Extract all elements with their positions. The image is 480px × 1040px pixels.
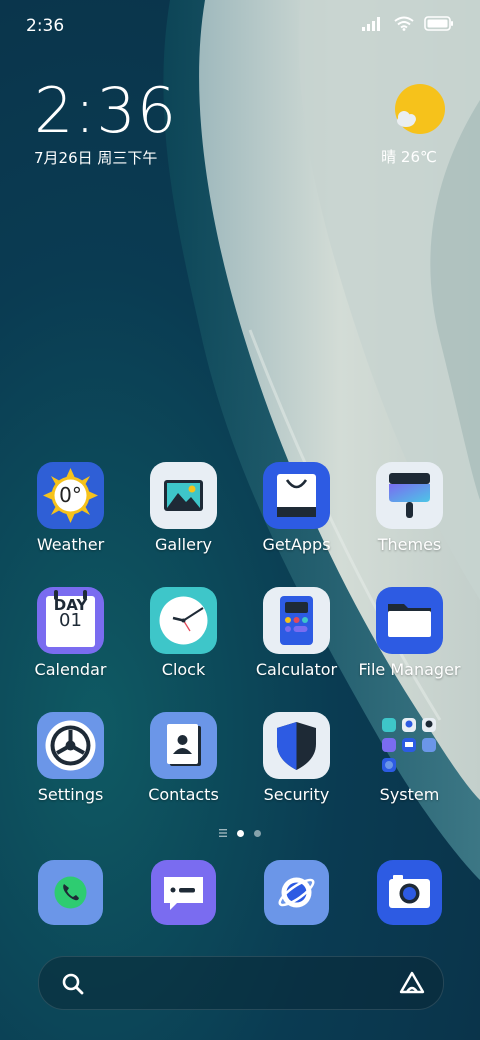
- messages-icon: [151, 860, 216, 925]
- app-label: Themes: [377, 535, 442, 554]
- signal-icon: [362, 16, 380, 31]
- system-folder-icon: [376, 712, 443, 779]
- app-label: Clock: [161, 660, 206, 679]
- dock-phone[interactable]: [14, 860, 127, 925]
- calculator-icon: [263, 587, 330, 654]
- calendar-day-number: 01: [59, 610, 82, 631]
- getapps-icon: [263, 462, 330, 529]
- app-security[interactable]: Security: [240, 712, 353, 837]
- widget-date: 7月26日 周三下午: [34, 149, 158, 167]
- search-icon: [62, 973, 84, 995]
- app-clock[interactable]: Clock: [127, 587, 240, 712]
- app-weather[interactable]: 0° Weather: [14, 462, 127, 587]
- weather-widget[interactable]: 晴 26℃: [381, 84, 445, 167]
- weather-icon-temp: 0°: [59, 483, 82, 507]
- app-label: File Manager: [358, 660, 461, 679]
- app-label: Contacts: [148, 785, 219, 804]
- app-getapps[interactable]: GetApps: [240, 462, 353, 587]
- weather-temperature: 26℃: [400, 148, 437, 166]
- dock-messages[interactable]: [127, 860, 240, 925]
- phone-icon: [38, 860, 103, 925]
- app-contacts[interactable]: Contacts: [127, 712, 240, 837]
- settings-icon: [37, 712, 104, 779]
- app-settings[interactable]: Settings: [14, 712, 127, 837]
- contacts-icon: [150, 712, 217, 779]
- status-time: 2:36: [26, 16, 65, 36]
- battery-icon: [424, 16, 453, 31]
- dock-browser[interactable]: [240, 860, 353, 925]
- dock-camera[interactable]: [353, 860, 466, 925]
- themes-icon: [376, 462, 443, 529]
- app-gallery[interactable]: Gallery: [127, 462, 240, 587]
- app-file-manager[interactable]: File Manager: [353, 587, 466, 712]
- menu-lines-icon: [219, 829, 227, 837]
- app-calendar[interactable]: DAY 01 Calendar: [14, 587, 127, 712]
- browser-icon: [264, 860, 329, 925]
- app-grid: 0° Weather Gallery GetApps Themes DAY 01…: [14, 462, 466, 837]
- app-label: GetApps: [262, 535, 331, 554]
- app-calculator[interactable]: Calculator: [240, 587, 353, 712]
- wifi-icon: [394, 16, 414, 31]
- app-label: Weather: [36, 535, 105, 554]
- page-dot: [254, 829, 261, 837]
- camera-icon: [377, 860, 442, 925]
- gallery-icon: [150, 462, 217, 529]
- dock: [14, 860, 466, 925]
- security-icon: [263, 712, 330, 779]
- app-row-3: Settings Contacts Security System: [14, 712, 466, 837]
- app-label: Gallery: [155, 535, 212, 554]
- app-row-2: DAY 01 Calendar Clock Calculator File Ma…: [14, 587, 466, 712]
- page-indicator[interactable]: [0, 829, 480, 837]
- app-label: System: [379, 785, 440, 804]
- app-themes[interactable]: Themes: [353, 462, 466, 587]
- sunny-cloud-icon: [394, 84, 445, 134]
- calendar-icon: DAY 01: [37, 587, 104, 654]
- app-label: Settings: [37, 785, 104, 804]
- status-icons: [362, 16, 454, 31]
- file-manager-icon: [376, 587, 443, 654]
- app-row-1: 0° Weather Gallery GetApps Themes: [14, 462, 466, 587]
- clock-icon: [150, 587, 217, 654]
- app-system-folder[interactable]: System: [353, 712, 466, 837]
- weather-text: 晴 26℃: [374, 146, 444, 167]
- status-bar: 2:36: [0, 0, 480, 50]
- page-dot-active: [237, 829, 244, 837]
- app-label: Calculator: [255, 660, 338, 679]
- assistant-icon[interactable]: [399, 971, 425, 995]
- widget-time: 2:36: [34, 74, 178, 147]
- weather-icon: 0°: [37, 462, 104, 529]
- app-label: Security: [263, 785, 330, 804]
- search-bar[interactable]: [38, 956, 444, 1010]
- clock-widget[interactable]: 2:36 7月26日 周三下午: [34, 78, 177, 168]
- app-label: Calendar: [34, 660, 107, 679]
- weather-condition: 晴: [381, 148, 397, 166]
